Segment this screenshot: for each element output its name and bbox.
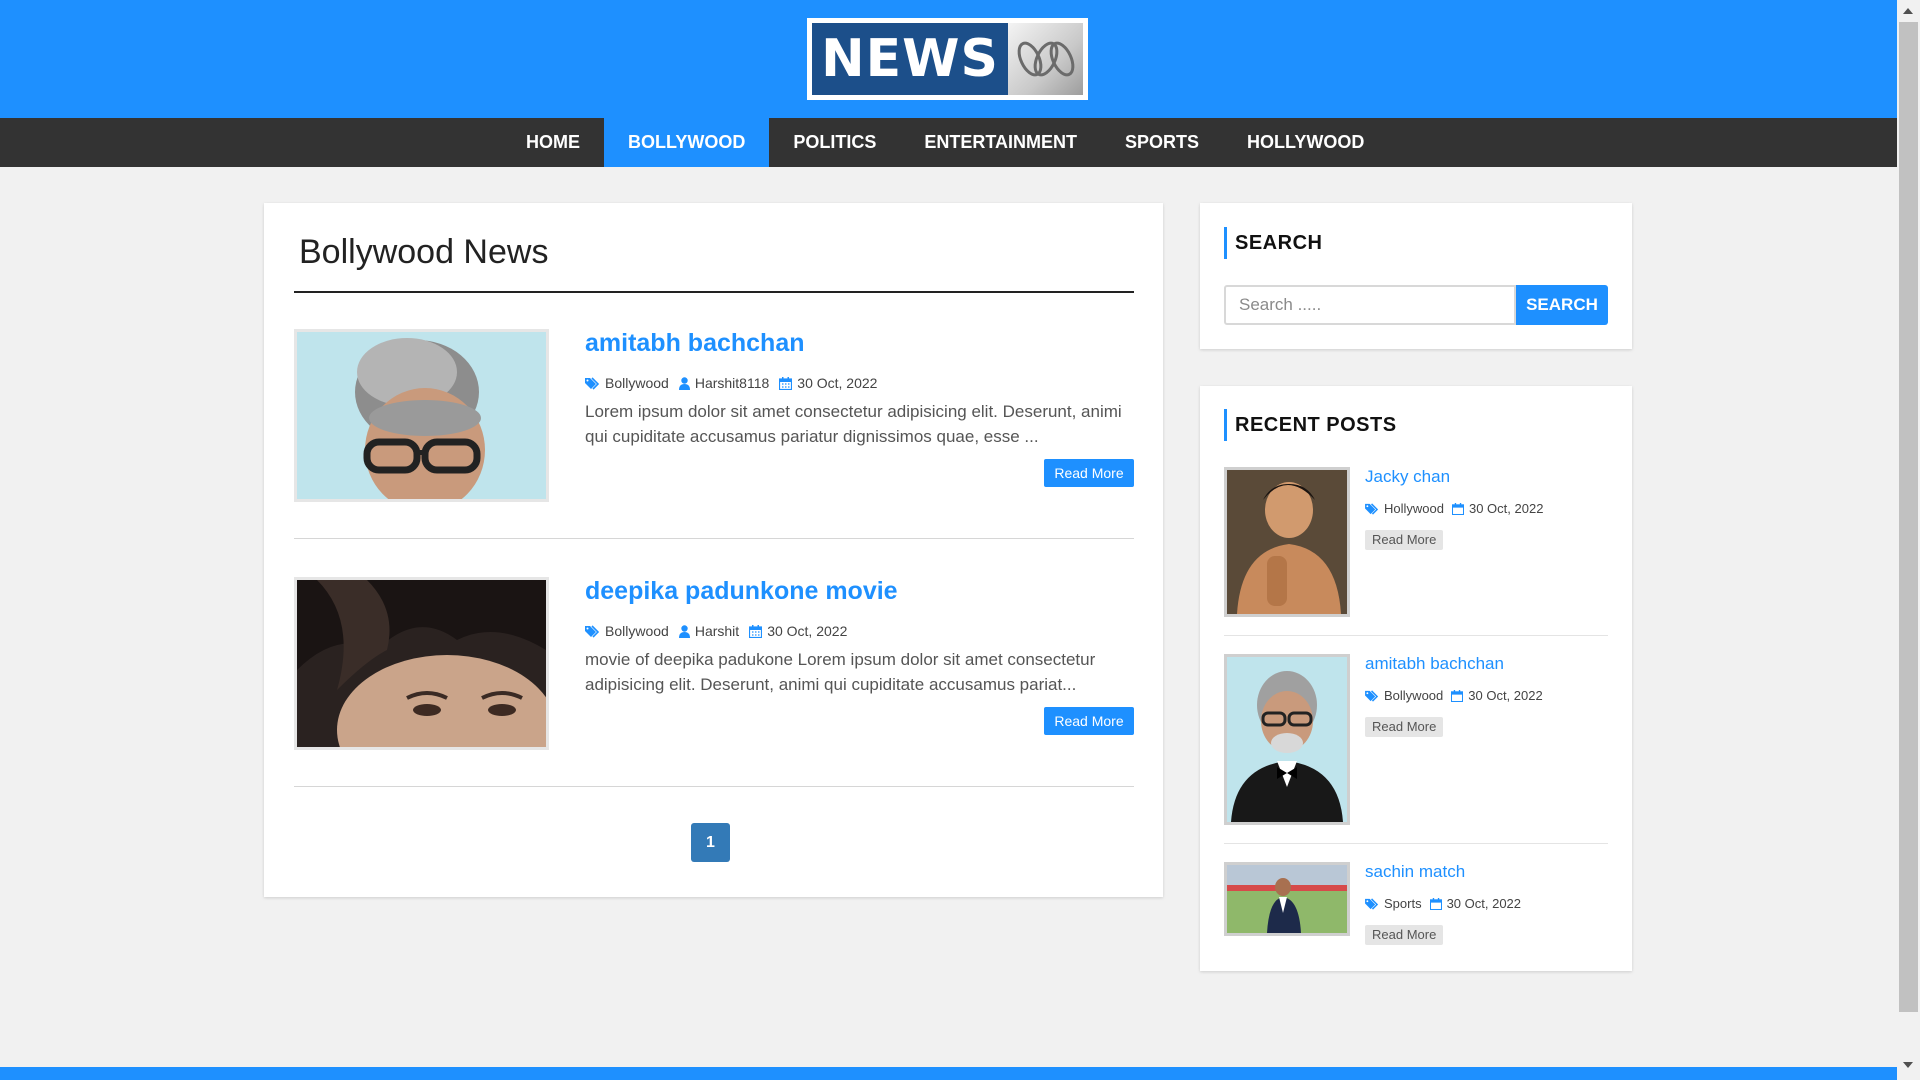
recent-posts-widget: RECENT POSTS Jacky chan Hollywood 30 Oct…	[1200, 386, 1632, 971]
post-author: Harshit8118	[694, 375, 770, 391]
title-divider	[294, 291, 1134, 293]
scroll-down-icon[interactable]	[1903, 1062, 1913, 1068]
site-logo[interactable]: NEWS	[807, 18, 1088, 100]
recent-post-title[interactable]: sachin match	[1365, 862, 1465, 882]
calendar-icon	[1451, 502, 1464, 515]
nav-item-bollywood[interactable]: BOLLYWOOD	[604, 118, 770, 167]
logo-text: NEWS	[812, 23, 1008, 95]
recent-post-meta: Bollywood 30 Oct, 2022	[1365, 688, 1553, 703]
recent-divider	[1224, 843, 1608, 844]
main-content: Bollywood News amitabh bachchan Bollywoo…	[264, 203, 1163, 897]
post-meta: Bollywood Harshit 30 Oct, 2022	[585, 623, 857, 639]
post-category[interactable]: Bollywood	[605, 375, 669, 391]
read-more-button[interactable]: Read More	[1044, 459, 1134, 487]
post-date: 30 Oct, 2022	[767, 623, 848, 639]
page-title: Bollywood News	[299, 233, 549, 271]
user-icon	[678, 376, 690, 390]
nav-item-politics[interactable]: POLITICS	[769, 118, 900, 167]
tag-icon	[1365, 689, 1379, 702]
tag-icon	[1365, 897, 1379, 910]
post-thumbnail[interactable]	[294, 329, 549, 502]
read-more-button[interactable]: Read More	[1044, 707, 1134, 735]
search-button[interactable]: SEARCH	[1516, 285, 1608, 325]
post-excerpt: Lorem ipsum dolor sit amet consectetur a…	[585, 402, 1122, 446]
scrollbar-thumb[interactable]	[1899, 22, 1918, 1012]
recent-read-more-button[interactable]: Read More	[1365, 925, 1444, 945]
post-divider	[294, 538, 1134, 539]
recent-post-category[interactable]: Bollywood	[1384, 688, 1443, 703]
post-divider	[294, 786, 1134, 787]
site-footer	[0, 1067, 1897, 1080]
nav-item-hollywood[interactable]: HOLLYWOOD	[1223, 118, 1388, 167]
search-input[interactable]	[1224, 285, 1516, 325]
recent-post-thumbnail[interactable]	[1224, 862, 1350, 936]
calendar-icon	[779, 376, 793, 390]
tag-icon	[1365, 502, 1379, 515]
recent-post-thumbnail[interactable]	[1224, 467, 1350, 617]
recent-post-title[interactable]: Jacky chan	[1365, 467, 1450, 487]
main-nav: HOME BOLLYWOOD POLITICS ENTERTAINMENT SP…	[0, 118, 1897, 167]
pagination-page-1[interactable]: 1	[691, 823, 730, 862]
recent-post-meta: Hollywood 30 Oct, 2022	[1365, 501, 1553, 516]
recent-posts-title: RECENT POSTS	[1224, 409, 1397, 441]
recent-post-category[interactable]: Hollywood	[1384, 501, 1444, 516]
abc-logo-icon	[1008, 23, 1083, 95]
post-author: Harshit	[694, 623, 740, 639]
nav-item-entertainment[interactable]: ENTERTAINMENT	[900, 118, 1101, 167]
recent-post-date: 30 Oct, 2022	[1468, 688, 1543, 703]
post-category[interactable]: Bollywood	[605, 623, 669, 639]
recent-post-title[interactable]: amitabh bachchan	[1365, 654, 1504, 674]
post-excerpt: movie of deepika padukone Lorem ipsum do…	[585, 650, 1096, 694]
nav-item-home[interactable]: HOME	[502, 118, 604, 167]
tag-icon	[585, 624, 600, 638]
search-widget-title: SEARCH	[1224, 227, 1322, 259]
user-icon	[678, 624, 690, 638]
search-widget: SEARCH SEARCH	[1200, 203, 1632, 349]
recent-post-meta: Sports 30 Oct, 2022	[1365, 896, 1531, 911]
nav-item-sports[interactable]: SPORTS	[1101, 118, 1223, 167]
post-title[interactable]: amitabh bachchan	[585, 329, 805, 358]
tag-icon	[585, 376, 600, 390]
recent-post-thumbnail[interactable]	[1224, 654, 1350, 825]
post-thumbnail[interactable]	[294, 577, 549, 750]
post-meta: Bollywood Harshit8118 30 Oct, 2022	[585, 375, 887, 391]
page-scrollbar[interactable]	[1897, 0, 1920, 1080]
site-header: NEWS	[0, 0, 1897, 118]
post-title[interactable]: deepika padunkone movie	[585, 577, 898, 606]
calendar-icon	[749, 624, 763, 638]
post-date: 30 Oct, 2022	[797, 375, 878, 391]
calendar-icon	[1429, 897, 1442, 910]
recent-post-category[interactable]: Sports	[1384, 896, 1422, 911]
recent-read-more-button[interactable]: Read More	[1365, 530, 1444, 550]
calendar-icon	[1451, 689, 1464, 702]
recent-post-date: 30 Oct, 2022	[1446, 896, 1522, 911]
scroll-up-icon[interactable]	[1903, 8, 1913, 14]
recent-post-date: 30 Oct, 2022	[1468, 501, 1544, 516]
recent-divider	[1224, 635, 1608, 636]
recent-read-more-button[interactable]: Read More	[1365, 717, 1444, 737]
